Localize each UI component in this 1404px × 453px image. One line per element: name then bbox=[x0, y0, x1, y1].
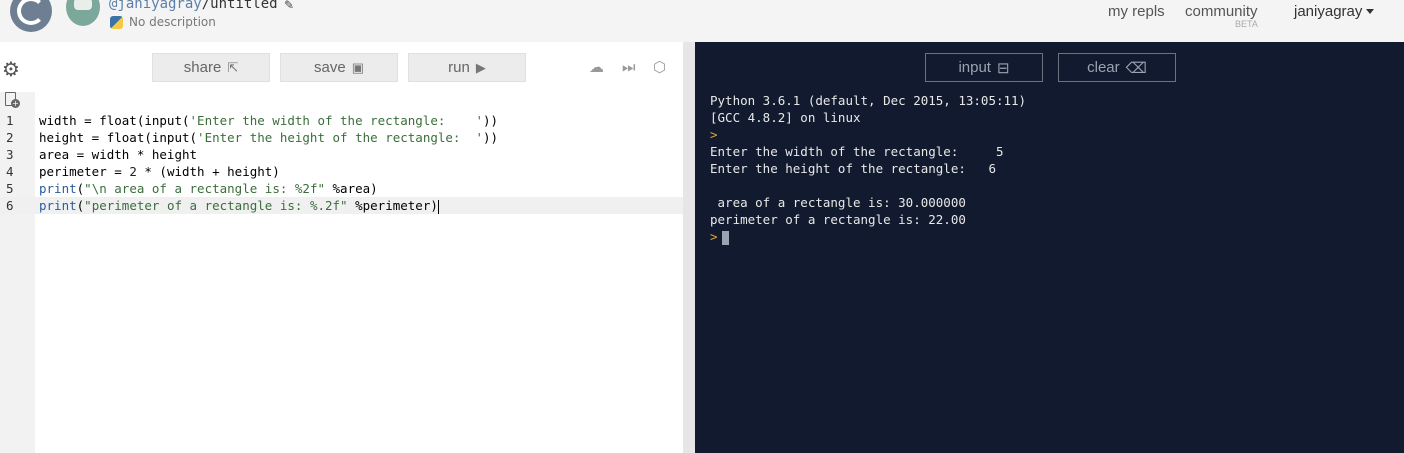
line-number: 1 bbox=[6, 113, 14, 128]
code-text: perimeter = 2 * (width + height) bbox=[39, 164, 280, 179]
code-line[interactable]: 3 area = width * height bbox=[0, 146, 683, 163]
line-number: 5 bbox=[6, 181, 14, 196]
console-line: area of a rectangle is: 30.000000 bbox=[710, 195, 966, 210]
code-text: height = float(input('Enter the height o… bbox=[39, 130, 499, 145]
package-cube-icon[interactable]: ⬡ bbox=[653, 58, 666, 76]
replit-logo[interactable] bbox=[10, 0, 52, 32]
input-button[interactable]: input ⊟ bbox=[925, 53, 1043, 82]
save-disk-icon: ▣ bbox=[351, 59, 364, 75]
editor-toolbar: ⚙ share ⇱ save ▣ run ▶ ☁ ⏭ ⬡ bbox=[0, 42, 683, 92]
run-label: run bbox=[448, 59, 470, 76]
code-text: width = float(input('Enter the width of … bbox=[39, 113, 499, 128]
play-icon: ▶ bbox=[475, 59, 486, 75]
console-prompt: > bbox=[710, 229, 718, 244]
console-output[interactable]: Python 3.6.1 (default, Dec 2015, 13:05:1… bbox=[710, 92, 1026, 245]
console-line: Enter the width of the rectangle: 5 bbox=[710, 144, 1004, 159]
cloud-upload-icon[interactable]: ☁ bbox=[589, 58, 604, 76]
repl-description[interactable]: No description bbox=[129, 15, 216, 29]
input-icon: ⊟ bbox=[996, 59, 1010, 77]
title-separator: / bbox=[201, 0, 211, 12]
console-line: perimeter of a rectangle is: 22.00 bbox=[710, 212, 966, 227]
repl-title: @janiyagray/untitled bbox=[109, 0, 278, 12]
beta-badge: BETA bbox=[1235, 19, 1258, 29]
clear-label: clear bbox=[1087, 59, 1120, 76]
terminal-cursor bbox=[721, 230, 729, 245]
line-number: 2 bbox=[6, 130, 14, 145]
text-cursor bbox=[437, 199, 439, 214]
console-prompt: > bbox=[710, 127, 718, 142]
console-line: Python 3.6.1 (default, Dec 2015, 13:05:1… bbox=[710, 93, 1027, 108]
console-pane: input ⊟ clear ⌫ Python 3.6.1 (default, D… bbox=[695, 42, 1404, 453]
pencil-icon[interactable]: ✎ bbox=[284, 0, 294, 12]
backspace-icon: ⌫ bbox=[1125, 59, 1147, 77]
avatar[interactable] bbox=[66, 0, 100, 26]
code-text: print("perimeter of a rectangle is: %.2f… bbox=[39, 198, 439, 214]
line-number: 4 bbox=[6, 164, 14, 179]
top-header: @janiyagray/untitled ✎ No description my… bbox=[0, 0, 1404, 42]
save-label: save bbox=[314, 59, 346, 76]
code-line-active[interactable]: 6 print("perimeter of a rectangle is: %.2… bbox=[0, 197, 683, 214]
share-label: share bbox=[183, 59, 222, 76]
code-line[interactable]: 4 perimeter = 2 * (width + height) bbox=[0, 163, 683, 180]
nav-community[interactable]: community bbox=[1185, 3, 1258, 20]
share-button[interactable]: share ⇱ bbox=[152, 53, 270, 82]
code-editor[interactable]: 1 width = float(input('Enter the width of… bbox=[0, 112, 683, 214]
line-number: 3 bbox=[6, 147, 14, 162]
console-line: Enter the height of the rectangle: 6 bbox=[710, 161, 996, 176]
code-line[interactable]: 5 print("\n area of a rectangle is: %2f" … bbox=[0, 180, 683, 197]
user-menu[interactable]: janiyagray bbox=[1294, 3, 1362, 20]
code-line[interactable]: 1 width = float(input('Enter the width of… bbox=[0, 112, 683, 129]
new-file-icon[interactable]: + bbox=[5, 92, 20, 108]
run-button[interactable]: run ▶ bbox=[408, 53, 526, 82]
pane-divider[interactable] bbox=[683, 42, 695, 453]
code-line[interactable]: 2 height = float(input('Enter the height … bbox=[0, 129, 683, 146]
save-button[interactable]: save ▣ bbox=[280, 53, 398, 82]
line-number: 6 bbox=[6, 198, 14, 213]
repl-owner[interactable]: @janiyagray bbox=[109, 0, 202, 12]
skip-forward-icon[interactable]: ⏭ bbox=[622, 58, 636, 76]
clear-button[interactable]: clear ⌫ bbox=[1058, 53, 1176, 82]
repl-name[interactable]: untitled bbox=[210, 0, 277, 12]
python-icon bbox=[110, 15, 123, 29]
code-text: print("\n area of a rectangle is: %2f" %… bbox=[39, 181, 378, 196]
input-label: input bbox=[958, 59, 991, 76]
console-input-line[interactable]: > bbox=[710, 228, 1026, 245]
code-text: area = width * height bbox=[39, 147, 198, 162]
caret-down-icon[interactable] bbox=[1366, 9, 1374, 14]
share-icon: ⇱ bbox=[227, 59, 239, 75]
editor-pane: ⚙ share ⇱ save ▣ run ▶ ☁ ⏭ ⬡ + 1 width = … bbox=[0, 42, 683, 453]
description-row: No description bbox=[110, 15, 216, 29]
console-line: [GCC 4.8.2] on linux bbox=[710, 110, 861, 125]
nav-my-repls[interactable]: my repls bbox=[1108, 3, 1165, 20]
gear-icon[interactable]: ⚙ bbox=[2, 57, 20, 81]
